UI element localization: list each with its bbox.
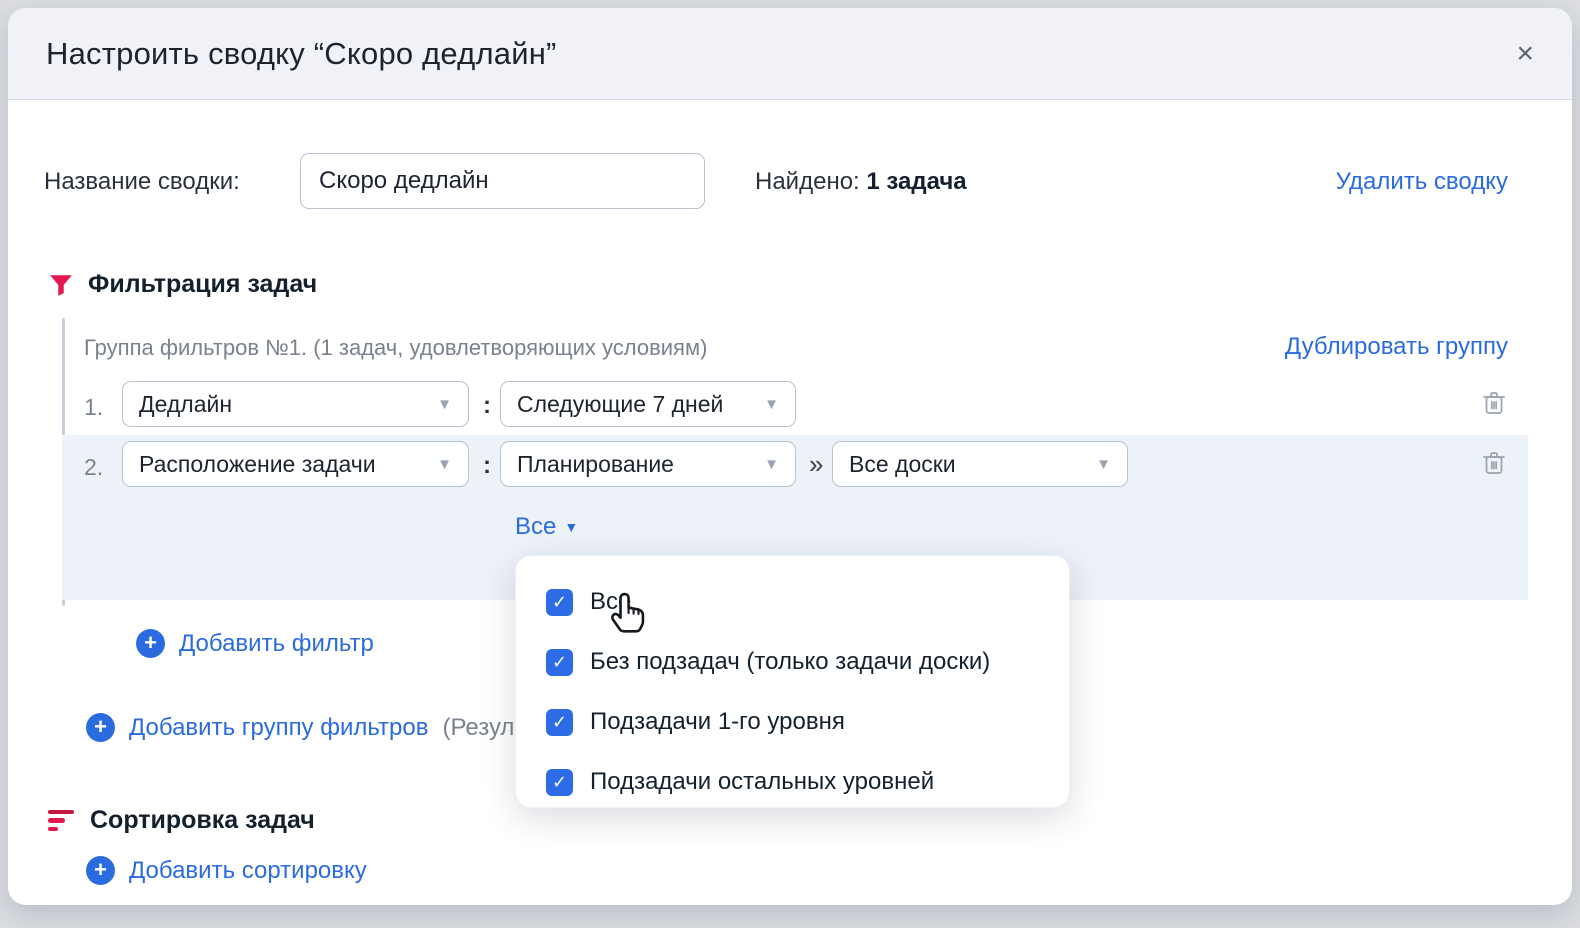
checkbox-checked-icon[interactable]: ✓ — [546, 769, 573, 796]
filter-row-2-index: 2. — [84, 454, 103, 481]
dropdown-item-label: Подзадачи 1-го уровня — [590, 708, 845, 736]
add-filter-button[interactable]: + Добавить фильтр — [136, 629, 374, 658]
add-sorting-label: Добавить сортировку — [129, 857, 367, 885]
delete-summary-link[interactable]: Удалить сводку — [1336, 168, 1508, 196]
plus-icon: + — [136, 629, 165, 658]
board-select-value: Все доски — [849, 451, 956, 478]
chevron-down-icon: ▼ — [425, 396, 452, 413]
dropdown-item-label: Подзадачи остальных уровней — [590, 768, 934, 796]
dropdown-item-all[interactable]: ✓ Все — [546, 572, 1069, 632]
checkbox-checked-icon[interactable]: ✓ — [546, 709, 573, 736]
add-filter-group-button[interactable]: + Добавить группу фильтров (Резул — [86, 713, 514, 742]
sorting-title: Сортировка задач — [90, 806, 315, 835]
filter-field-select-1-value: Дедлайн — [139, 391, 232, 418]
filtration-title: Фильтрация задач — [88, 270, 317, 299]
found-count: Найдено: 1 задача — [755, 168, 967, 196]
subtask-scope-dropdown: ✓ Все ✓ Без подзадач (только задачи доск… — [515, 555, 1070, 808]
plus-icon: + — [86, 713, 115, 742]
chevron-down-icon: ▼ — [564, 519, 578, 535]
filter-value-select-2-value: Планирование — [517, 451, 674, 478]
add-sorting-button[interactable]: + Добавить сортировку — [86, 856, 367, 885]
filter-field-select-2[interactable]: Расположение задачи ▼ — [122, 441, 469, 487]
summary-name-label: Название сводки: — [44, 168, 240, 196]
filter-value-select-2[interactable]: Планирование ▼ — [500, 441, 796, 487]
dropdown-item-label: Все — [590, 588, 631, 616]
dropdown-item-level1-subtasks[interactable]: ✓ Подзадачи 1-го уровня — [546, 692, 1069, 752]
board-select[interactable]: Все доски ▼ — [832, 441, 1128, 487]
add-filter-label: Добавить фильтр — [179, 630, 374, 658]
checkbox-checked-icon[interactable]: ✓ — [546, 649, 573, 676]
plus-icon: + — [86, 856, 115, 885]
subtask-scope-toggle[interactable]: Все ▼ — [515, 513, 578, 541]
add-filter-group-note: (Резул — [442, 714, 514, 742]
filter-field-select-2-value: Расположение задачи — [139, 451, 376, 478]
add-filter-group-label: Добавить группу фильтров — [129, 714, 428, 742]
filter-group-header: Группа фильтров №1. (1 задач, удовлетвор… — [84, 335, 707, 361]
filtration-section-header: Фильтрация задач — [48, 270, 317, 299]
delete-filter-row-1-icon[interactable] — [1482, 390, 1506, 416]
duplicate-group-link[interactable]: Дублировать группу — [1285, 333, 1508, 361]
filter-value-select-1[interactable]: Следующие 7 дней ▼ — [500, 381, 796, 427]
checkbox-checked-icon[interactable]: ✓ — [546, 589, 573, 616]
sorting-section-header: Сортировка задач — [48, 806, 315, 835]
dropdown-item-other-level-subtasks[interactable]: ✓ Подзадачи остальных уровней — [546, 752, 1069, 812]
found-value: 1 задача — [866, 168, 966, 195]
filter-separator: : — [483, 392, 491, 420]
filter-separator: : — [483, 452, 491, 480]
dropdown-item-label: Без подзадач (только задачи доски) — [590, 648, 990, 676]
board-chevron: » — [809, 449, 823, 480]
dialog-title: Настроить сводку “Скоро дедлайн” — [46, 36, 557, 72]
configure-summary-dialog: Настроить сводку “Скоро дедлайн” × Назва… — [8, 8, 1572, 905]
filter-value-select-1-value: Следующие 7 дней — [517, 391, 723, 418]
summary-name-input[interactable] — [300, 153, 705, 209]
chevron-down-icon: ▼ — [752, 456, 779, 473]
filter-field-select-1[interactable]: Дедлайн ▼ — [122, 381, 469, 427]
subtask-scope-label: Все — [515, 513, 556, 541]
dropdown-item-no-subtasks[interactable]: ✓ Без подзадач (только задачи доски) — [546, 632, 1069, 692]
page: Настроить сводку “Скоро дедлайн” × Назва… — [0, 0, 1580, 928]
chevron-down-icon: ▼ — [1084, 456, 1111, 473]
close-icon[interactable]: × — [1516, 39, 1534, 69]
chevron-down-icon: ▼ — [752, 396, 779, 413]
filter-row-1-index: 1. — [84, 394, 103, 421]
dialog-header: Настроить сводку “Скоро дедлайн” × — [8, 8, 1572, 100]
filter-funnel-icon — [48, 272, 74, 298]
found-label: Найдено: — [755, 168, 860, 195]
chevron-down-icon: ▼ — [425, 456, 452, 473]
sort-icon — [48, 810, 74, 832]
delete-filter-row-2-icon[interactable] — [1482, 450, 1506, 476]
